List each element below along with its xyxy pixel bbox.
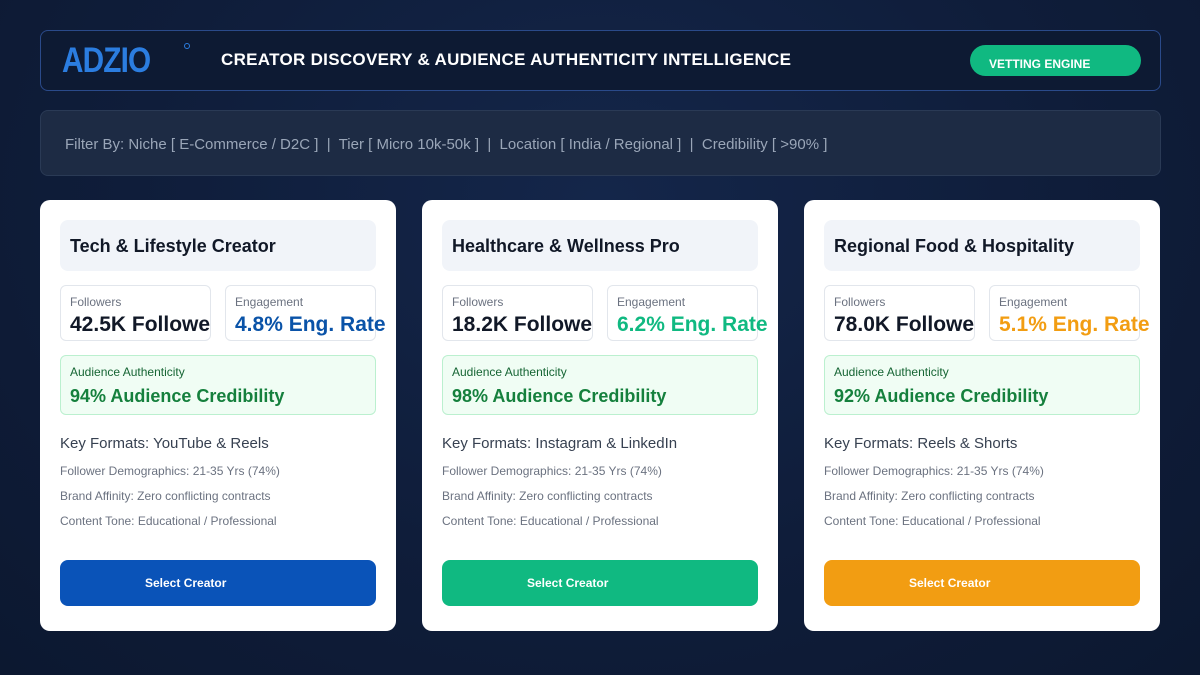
authenticity-label: Audience Authenticity xyxy=(70,365,185,379)
adzio-logo[interactable]: ADZIO xyxy=(62,41,151,81)
creator-card-tech: Tech & Lifestyle Creator Followers 42.5K… xyxy=(40,200,396,631)
card-title: Tech & Lifestyle Creator xyxy=(70,236,276,256)
filter-text[interactable]: Filter By: Niche [ E-Commerce / D2C ] | … xyxy=(65,136,827,153)
follower-demographics: Follower Demographics: 21-35 Yrs (74%) xyxy=(442,464,662,478)
credibility-value: 98% Audience Credibility xyxy=(452,386,667,406)
followers-value: 78.0K Followers xyxy=(834,313,975,336)
engagement-value: 4.8% Eng. Rate xyxy=(235,313,386,336)
select-creator-button[interactable]: Select Creator xyxy=(442,560,758,606)
creator-card-food: Regional Food & Hospitality Followers 78… xyxy=(804,200,1160,631)
audience-authenticity-box: Audience Authenticity 92% Audience Credi… xyxy=(824,355,1140,415)
followers-value: 18.2K Followers xyxy=(452,313,593,336)
key-formats: Key Formats: Instagram & LinkedIn xyxy=(442,435,678,452)
registered-mark-icon xyxy=(184,43,190,49)
followers-label: Followers xyxy=(834,295,886,309)
key-formats: Key Formats: Reels & Shorts xyxy=(824,435,1018,452)
authenticity-label: Audience Authenticity xyxy=(452,365,567,379)
card-title-box: Healthcare & Wellness Pro xyxy=(442,220,758,271)
engagement-label: Engagement xyxy=(235,295,304,309)
followers-stat: Followers 42.5K Followers xyxy=(60,285,211,341)
followers-label: Followers xyxy=(452,295,504,309)
page-title: CREATOR DISCOVERY & AUDIENCE AUTHENTICIT… xyxy=(221,50,792,69)
key-formats: Key Formats: YouTube & Reels xyxy=(60,435,269,452)
vetting-engine-button[interactable]: VETTING ENGINE xyxy=(970,45,1141,76)
engagement-stat: Engagement 6.2% Eng. Rate xyxy=(607,285,768,341)
engagement-stat: Engagement 5.1% Eng. Rate xyxy=(989,285,1150,341)
brand-affinity: Brand Affinity: Zero conflicting contrac… xyxy=(824,489,1035,503)
followers-stat: Followers 78.0K Followers xyxy=(824,285,975,341)
authenticity-label: Audience Authenticity xyxy=(834,365,949,379)
card-title-box: Regional Food & Hospitality xyxy=(824,220,1140,271)
select-creator-button[interactable]: Select Creator xyxy=(60,560,376,606)
engagement-value: 5.1% Eng. Rate xyxy=(999,313,1150,336)
card-title: Healthcare & Wellness Pro xyxy=(452,236,680,256)
content-tone: Content Tone: Educational / Professional xyxy=(824,514,1041,528)
engagement-value: 6.2% Eng. Rate xyxy=(617,313,768,336)
creator-card-healthcare: Healthcare & Wellness Pro Followers 18.2… xyxy=(422,200,778,631)
followers-stat: Followers 18.2K Followers xyxy=(442,285,593,341)
followers-value: 42.5K Followers xyxy=(70,313,211,336)
engagement-label: Engagement xyxy=(617,295,686,309)
filter-bar: Filter By: Niche [ E-Commerce / D2C ] | … xyxy=(40,110,1161,176)
app-header: ADZIO CREATOR DISCOVERY & AUDIENCE AUTHE… xyxy=(40,30,1161,91)
card-title-box: Tech & Lifestyle Creator xyxy=(60,220,376,271)
followers-label: Followers xyxy=(70,295,122,309)
content-tone: Content Tone: Educational / Professional xyxy=(60,514,277,528)
follower-demographics: Follower Demographics: 21-35 Yrs (74%) xyxy=(60,464,280,478)
audience-authenticity-box: Audience Authenticity 98% Audience Credi… xyxy=(442,355,758,415)
select-creator-button[interactable]: Select Creator xyxy=(824,560,1140,606)
engagement-label: Engagement xyxy=(999,295,1068,309)
follower-demographics: Follower Demographics: 21-35 Yrs (74%) xyxy=(824,464,1044,478)
credibility-value: 94% Audience Credibility xyxy=(70,386,285,406)
engagement-stat: Engagement 4.8% Eng. Rate xyxy=(225,285,386,341)
brand-affinity: Brand Affinity: Zero conflicting contrac… xyxy=(442,489,653,503)
card-title: Regional Food & Hospitality xyxy=(834,236,1075,256)
content-tone: Content Tone: Educational / Professional xyxy=(442,514,659,528)
brand-affinity: Brand Affinity: Zero conflicting contrac… xyxy=(60,489,271,503)
audience-authenticity-box: Audience Authenticity 94% Audience Credi… xyxy=(60,355,376,415)
credibility-value: 92% Audience Credibility xyxy=(834,386,1049,406)
